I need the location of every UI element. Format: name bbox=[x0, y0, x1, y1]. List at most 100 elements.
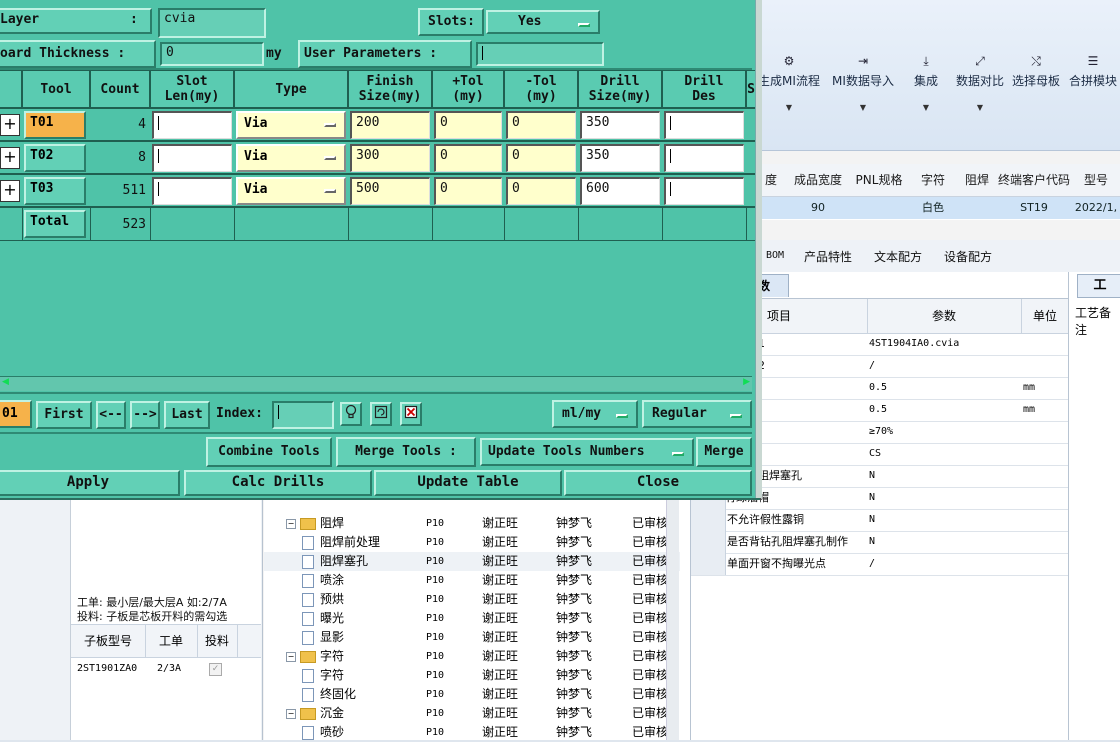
grid-cell[interactable]: 2022/1, bbox=[1072, 197, 1120, 219]
tab[interactable]: 设备配方 bbox=[944, 248, 992, 265]
apply-button[interactable]: Apply bbox=[0, 470, 180, 496]
subboard-row[interactable]: 2ST1901ZA0 2/3A ✓ bbox=[71, 658, 261, 680]
refresh-icon[interactable] bbox=[370, 402, 392, 426]
tab[interactable]: 文本配方 bbox=[874, 248, 922, 265]
tab[interactable]: 产品特性 bbox=[804, 248, 852, 265]
parameter-row[interactable]: 不允许假性露铜 N bbox=[691, 509, 1069, 532]
prev-button[interactable]: <-- bbox=[96, 401, 126, 429]
finish-size-input[interactable]: 200 bbox=[350, 111, 430, 139]
user-parameters-field[interactable] bbox=[476, 42, 604, 66]
tree-row[interactable]: 喷砂 P10 谢正旺 钟梦飞 已审核 bbox=[264, 723, 680, 742]
grid-cell[interactable] bbox=[958, 197, 996, 219]
drill-des-input[interactable] bbox=[664, 111, 744, 139]
expand-row-icon[interactable]: + bbox=[0, 147, 20, 169]
collapse-icon[interactable]: − bbox=[286, 518, 296, 529]
tree-row[interactable]: 曝光 P10 谢正旺 钟梦飞 已审核 bbox=[264, 609, 680, 628]
layer-value-field[interactable]: cvia bbox=[158, 8, 266, 38]
grid-column-header[interactable]: 终端客户代码 bbox=[996, 164, 1073, 197]
tree-row[interactable]: − 字符 P10 谢正旺 钟梦飞 已审核 bbox=[264, 647, 680, 666]
slot-length-input[interactable] bbox=[152, 111, 232, 139]
plus-tol-input[interactable]: 0 bbox=[434, 177, 502, 205]
calc-drills-button[interactable]: Calc Drills bbox=[184, 470, 372, 496]
column-header[interactable]: Drill Size(my) bbox=[578, 70, 662, 108]
tree-row[interactable]: 喷涂 P10 谢正旺 钟梦飞 已审核 bbox=[264, 571, 680, 590]
update-table-button[interactable]: Update Table bbox=[374, 470, 562, 496]
minus-tol-input[interactable]: 0 bbox=[506, 111, 576, 139]
grid-column-header[interactable]: PNL规格 bbox=[850, 164, 909, 197]
drill-size-input[interactable]: 350 bbox=[580, 111, 660, 139]
close-button[interactable]: Close bbox=[564, 470, 752, 496]
ribbon-button[interactable]: ⤢ 数据对比 ▼ bbox=[954, 54, 1006, 134]
index-field[interactable] bbox=[272, 401, 334, 429]
ribbon-button[interactable]: ⤓ 集成 ▼ bbox=[902, 54, 950, 134]
column-header[interactable]: Count bbox=[90, 70, 150, 108]
collapse-icon[interactable]: − bbox=[286, 708, 296, 719]
grid-cell[interactable]: 白色 bbox=[908, 197, 958, 219]
column-header[interactable]: Tool bbox=[22, 70, 90, 108]
parameter-row[interactable]: 单面开窗不掏曝光点 / bbox=[691, 553, 1069, 576]
tree-row[interactable]: 阻焊前处理 P10 谢正旺 钟梦飞 已审核 bbox=[264, 533, 680, 552]
table-horizontal-scrollbar[interactable]: ◀ ▶ bbox=[0, 376, 752, 391]
type-select[interactable]: Via bbox=[236, 177, 346, 205]
mode-option-button[interactable]: Regular bbox=[642, 400, 752, 428]
expand-row-icon[interactable]: + bbox=[0, 114, 20, 136]
grid-cell[interactable]: 90 bbox=[786, 197, 850, 219]
finish-size-input[interactable]: 500 bbox=[350, 177, 430, 205]
column-unit[interactable]: 单位 bbox=[1021, 299, 1069, 333]
finish-size-input[interactable]: 300 bbox=[350, 144, 430, 172]
ribbon-button[interactable]: ☰ 合拼模块 bbox=[1066, 54, 1120, 134]
plus-tol-input[interactable]: 0 bbox=[434, 144, 502, 172]
ribbon-button[interactable]: ⇥ MI数据导入 ▼ bbox=[826, 54, 900, 134]
column-feed[interactable]: 投料 bbox=[197, 625, 238, 657]
process-tab[interactable]: 工 bbox=[1077, 274, 1120, 298]
last-button[interactable]: Last bbox=[164, 401, 210, 429]
drill-size-input[interactable]: 350 bbox=[580, 144, 660, 172]
column-order[interactable]: 工单 bbox=[145, 625, 198, 657]
grid-column-header[interactable]: 字符 bbox=[908, 164, 959, 197]
merge-button[interactable]: Merge bbox=[696, 437, 752, 467]
tree-row[interactable]: 预烘 P10 谢正旺 钟梦飞 已审核 bbox=[264, 590, 680, 609]
tool-name[interactable]: T01 bbox=[24, 111, 86, 139]
combine-tools-button[interactable]: Combine Tools bbox=[206, 437, 332, 467]
bulb-icon[interactable] bbox=[340, 402, 362, 426]
grid-column-header[interactable]: 成品宽度 bbox=[786, 164, 851, 197]
slot-length-input[interactable] bbox=[152, 177, 232, 205]
minus-tol-input[interactable]: 0 bbox=[506, 177, 576, 205]
grid-cell[interactable] bbox=[850, 197, 908, 219]
column-header[interactable]: Type bbox=[234, 70, 348, 108]
grid-column-header[interactable]: 型号 bbox=[1072, 164, 1120, 197]
grid-cell[interactable]: ST19 bbox=[996, 197, 1072, 219]
ribbon-button[interactable]: ⚙ 生成MI流程 ▼ bbox=[756, 54, 822, 134]
column-subboard-model[interactable]: 子板型号 bbox=[71, 625, 146, 657]
tree-row[interactable]: − 阻焊 P10 谢正旺 钟梦飞 已审核 bbox=[264, 514, 680, 533]
type-select[interactable]: Via bbox=[236, 144, 346, 172]
ribbon-button[interactable]: ⤭ 选择母板 bbox=[1008, 54, 1064, 134]
tree-row[interactable]: 显影 P10 谢正旺 钟梦飞 已审核 bbox=[264, 628, 680, 647]
next-button[interactable]: --> bbox=[130, 401, 160, 429]
collapse-icon[interactable]: − bbox=[286, 651, 296, 662]
tool-name[interactable]: T02 bbox=[24, 144, 86, 172]
tool-name[interactable]: T03 bbox=[24, 177, 86, 205]
tree-row[interactable]: 阻焊塞孔 P10 谢正旺 钟梦飞 已审核 bbox=[264, 552, 680, 571]
column-param[interactable]: 参数 bbox=[867, 299, 1022, 333]
column-header[interactable]: -Tol (my) bbox=[504, 70, 578, 108]
drill-des-input[interactable] bbox=[664, 144, 744, 172]
expand-row-icon[interactable]: + bbox=[0, 180, 20, 202]
column-header[interactable]: +Tol (my) bbox=[432, 70, 504, 108]
column-header[interactable]: Slot Len(my) bbox=[150, 70, 234, 108]
minus-tol-input[interactable]: 0 bbox=[506, 144, 576, 172]
column-header[interactable]: Drill Des bbox=[662, 70, 746, 108]
unit-option-button[interactable]: ml/my bbox=[552, 400, 638, 428]
delete-icon[interactable] bbox=[400, 402, 422, 426]
grid-column-header[interactable]: 阻焊 bbox=[958, 164, 997, 197]
drill-size-input[interactable]: 600 bbox=[580, 177, 660, 205]
type-select[interactable]: Via bbox=[236, 111, 346, 139]
parameter-row[interactable]: 是否背钻孔阻焊塞孔制作 N bbox=[691, 531, 1069, 554]
slot-length-input[interactable] bbox=[152, 144, 232, 172]
tree-scrollbar[interactable] bbox=[666, 498, 679, 740]
scroll-left-icon[interactable]: ◀ bbox=[2, 377, 9, 387]
board-thickness-field[interactable]: 0 bbox=[160, 42, 264, 66]
tree-row[interactable]: − 沉金 P10 谢正旺 钟梦飞 已审核 bbox=[264, 704, 680, 723]
scroll-right-icon[interactable]: ▶ bbox=[743, 377, 750, 387]
slots-option-button[interactable]: Yes bbox=[486, 10, 600, 34]
